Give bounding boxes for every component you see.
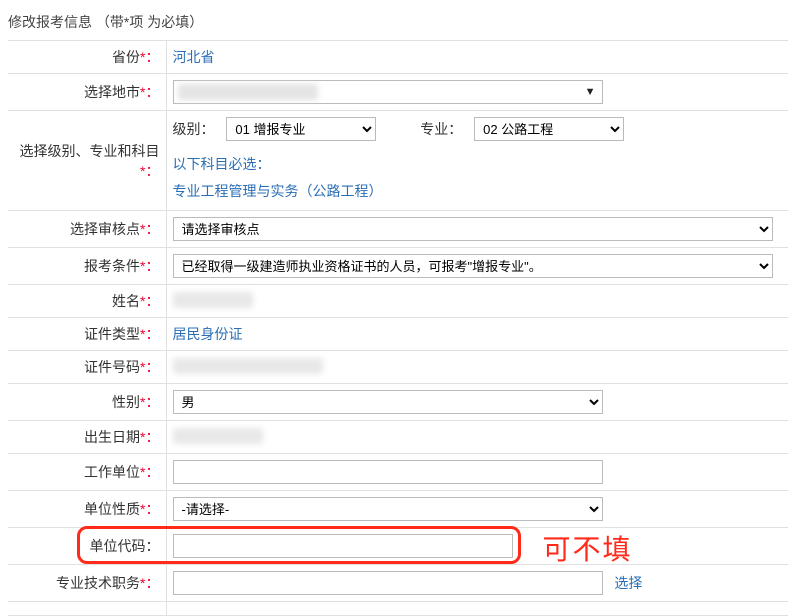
row-name: 姓名*：	[8, 285, 788, 318]
province-value: 河北省	[173, 49, 215, 65]
label-work-unit: 工作单位	[84, 464, 140, 480]
row-work-unit: 工作单位*：	[8, 454, 788, 491]
city-value-hidden	[178, 84, 318, 100]
work-unit-input[interactable]	[173, 460, 603, 484]
required-mark: *：	[140, 359, 159, 375]
row-id-no: 证件号码*：	[8, 351, 788, 384]
row-level-major: 选择级别、专业和科目 *： 级别： 01 增报专业 专业： 02 公路工程 以下…	[8, 111, 788, 211]
unit-code-input[interactable]	[173, 534, 513, 558]
row-trailing	[8, 602, 788, 616]
required-mark: *：	[140, 84, 159, 100]
unit-nature-select[interactable]: -请选择-	[173, 497, 603, 521]
gender-select[interactable]: 男	[173, 390, 603, 414]
major-select[interactable]: 02 公路工程	[474, 117, 624, 141]
row-unit-nature: 单位性质*： -请选择-	[8, 491, 788, 528]
label-id-no: 证件号码	[84, 359, 140, 375]
row-gender: 性别*： 男	[8, 384, 788, 421]
name-value-hidden	[173, 292, 253, 308]
row-province: 省份*： 河北省	[8, 41, 788, 74]
label-unit-code: 单位代码：	[90, 538, 160, 554]
row-city: 选择地市*： ▼	[8, 74, 788, 111]
row-birthdate: 出生日期*：	[8, 421, 788, 454]
required-mark: *：	[140, 464, 159, 480]
page-title: 修改报考信息 （带*项 为必填）	[8, 8, 800, 40]
label-province: 省份	[112, 49, 140, 65]
id-no-value-hidden	[173, 358, 323, 374]
label-major: 专业：	[420, 121, 462, 137]
chevron-down-icon: ▼	[585, 86, 596, 98]
required-mark: *：	[140, 221, 159, 237]
required-mark: *：	[140, 501, 159, 517]
required-mark: *：	[140, 49, 159, 65]
label-level: 级别：	[173, 121, 215, 137]
audit-point-select[interactable]: 请选择审核点	[173, 217, 773, 241]
row-tech-title: 专业技术职务*： 选择	[8, 565, 788, 602]
form-table: 省份*： 河北省 选择地市*： ▼ 选择级别、专业和科目 *： 级别： 01 增…	[8, 40, 788, 616]
required-mark: *：	[140, 575, 159, 591]
annotation-text: 可不填	[543, 528, 633, 568]
label-city: 选择地市	[84, 84, 140, 100]
tech-title-input[interactable]	[173, 571, 603, 595]
required-mark: *：	[140, 326, 159, 342]
row-audit-point: 选择审核点*： 请选择审核点	[8, 211, 788, 248]
row-unit-code: 单位代码： 可不填	[8, 528, 788, 565]
label-id-type: 证件类型	[84, 326, 140, 342]
label-tech-title: 专业技术职务	[56, 575, 140, 591]
birthdate-value-hidden	[173, 428, 263, 444]
label-unit-nature: 单位性质	[84, 501, 140, 517]
conditions-select[interactable]: 已经取得一级建造师执业资格证书的人员，可报考"增报专业"。	[173, 254, 773, 278]
label-name: 姓名	[112, 293, 140, 309]
required-mark: *：	[140, 429, 159, 445]
required-mark: *：	[140, 258, 159, 274]
row-conditions: 报考条件*： 已经取得一级建造师执业资格证书的人员，可报考"增报专业"。	[8, 248, 788, 285]
label-gender: 性别	[112, 394, 140, 410]
row-id-type: 证件类型*： 居民身份证	[8, 318, 788, 351]
label-level-group: 选择级别、专业和科目	[20, 143, 160, 159]
level-select[interactable]: 01 增报专业	[226, 117, 376, 141]
label-conditions: 报考条件	[84, 258, 140, 274]
required-mark: *：	[140, 293, 159, 309]
select-link[interactable]: 选择	[614, 575, 642, 591]
required-mark: *：	[140, 163, 159, 179]
subject-hint-item: 专业工程管理与实务（公路工程）	[173, 178, 783, 205]
city-select[interactable]: ▼	[173, 80, 603, 104]
label-birthdate: 出生日期	[84, 429, 140, 445]
label-audit-point: 选择审核点	[70, 221, 140, 237]
subject-hint-title: 以下科目必选：	[173, 151, 783, 178]
required-mark: *：	[140, 394, 159, 410]
id-type-value: 居民身份证	[173, 326, 243, 342]
